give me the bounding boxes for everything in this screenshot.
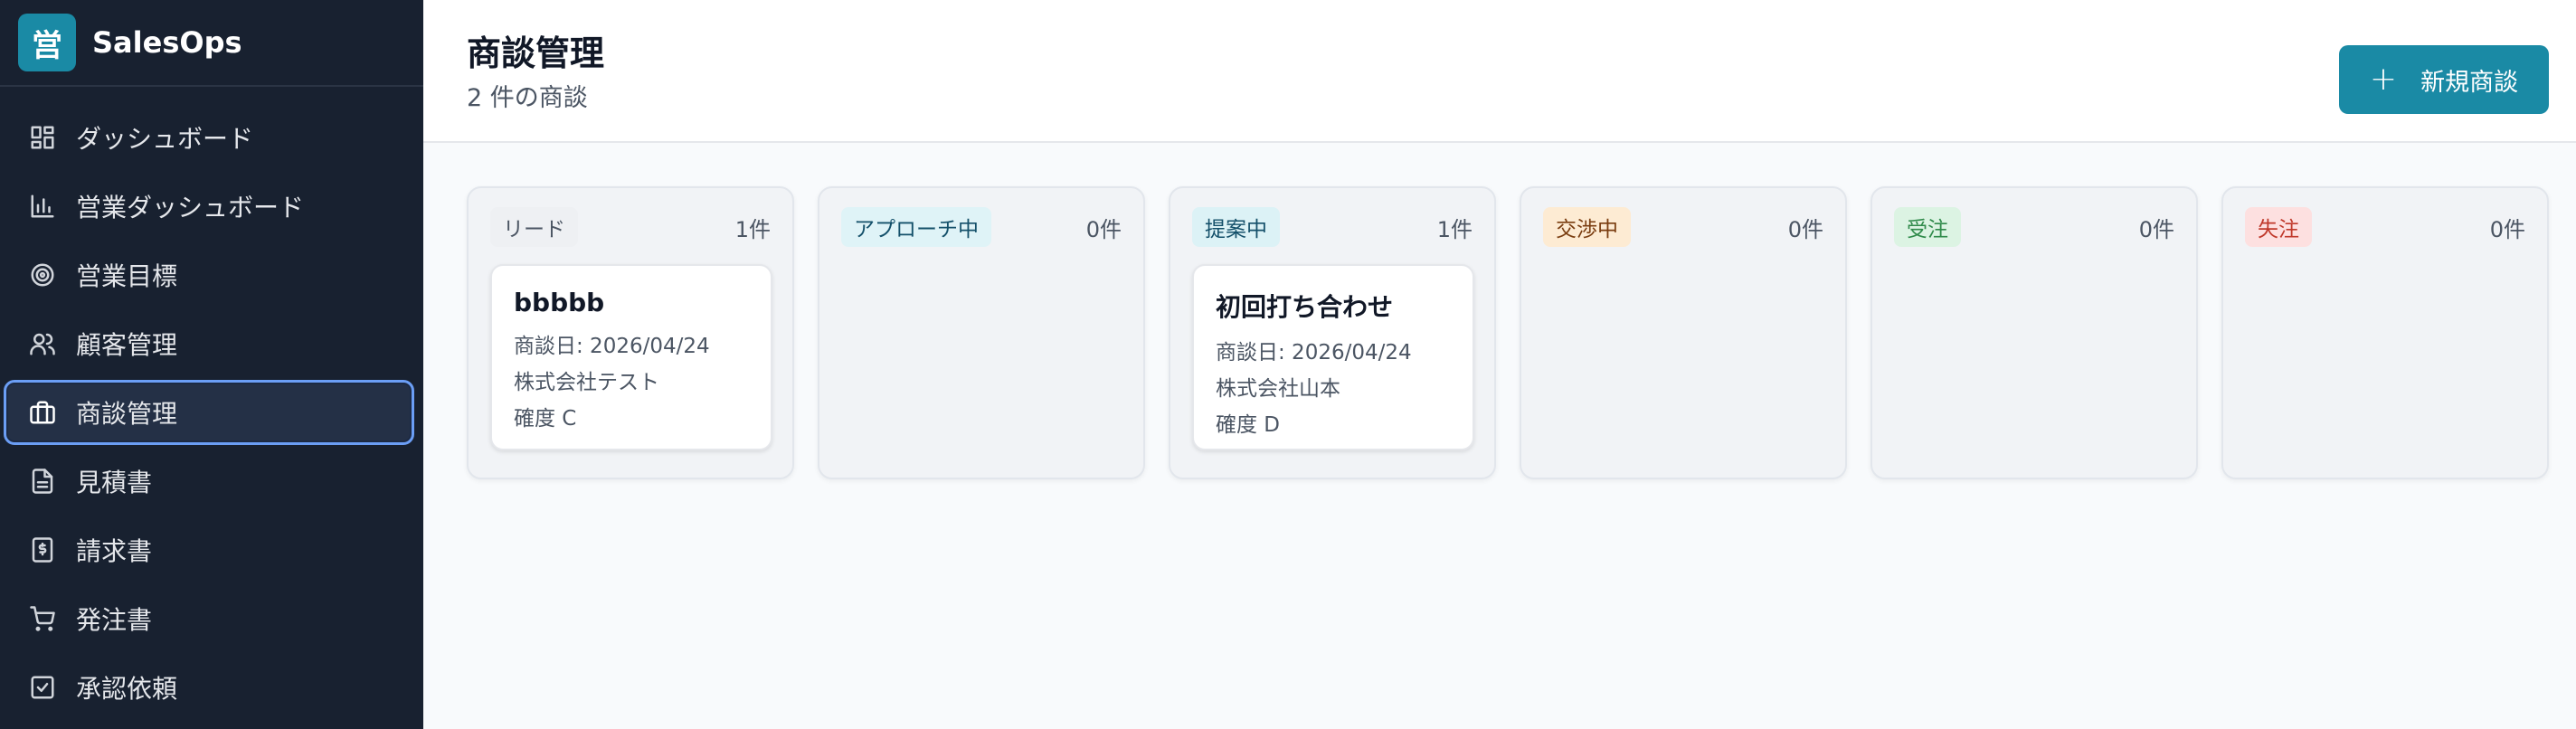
deal-date: 商談日: 2026/04/24 bbox=[1216, 341, 1412, 364]
check-square-icon bbox=[27, 672, 58, 703]
column-won: 受注 0件 bbox=[1870, 186, 2198, 479]
target-icon bbox=[27, 260, 58, 290]
deal-title: 初回打ち合わせ bbox=[1216, 292, 1394, 322]
column-count: 0件 bbox=[1085, 216, 1122, 242]
column-negotiating: 交渉中 0件 bbox=[1520, 186, 1847, 479]
sidebar-item-label: 営業目標 bbox=[76, 261, 178, 291]
status-badge: 受注 bbox=[1894, 207, 1961, 247]
deal-card[interactable]: bbbbb 商談日: 2026/04/24 株式会社テスト 確度 C bbox=[490, 264, 772, 450]
page-title: 商談管理 bbox=[467, 33, 605, 73]
column-count: 0件 bbox=[2138, 216, 2174, 242]
briefcase-icon bbox=[27, 397, 58, 428]
column-lost: 失注 0件 bbox=[2221, 186, 2549, 479]
receipt-icon bbox=[27, 535, 58, 565]
sidebar-nav: ダッシュボード 営業ダッシュボード 営業目標 顧客管理 商談管理 見積書 請求書… bbox=[0, 87, 423, 720]
column-approaching: アプローチ中 0件 bbox=[818, 186, 1145, 479]
sidebar-item-invoices[interactable]: 請求書 bbox=[4, 517, 414, 582]
plus-icon: + bbox=[2369, 61, 2398, 98]
column-count: 0件 bbox=[1787, 216, 1823, 242]
kanban-board: リード 1件 bbbbb 商談日: 2026/04/24 株式会社テスト 確度 … bbox=[467, 186, 2549, 479]
status-badge: アプローチ中 bbox=[841, 207, 991, 247]
sidebar-item-label: 見積書 bbox=[76, 468, 153, 497]
sidebar-item-quotes[interactable]: 見積書 bbox=[4, 449, 414, 514]
sidebar-item-label: ダッシュボード bbox=[76, 124, 254, 154]
status-badge: 交渉中 bbox=[1543, 207, 1631, 247]
column-count: 1件 bbox=[1436, 216, 1473, 242]
sidebar-item-label: 承認依頼 bbox=[76, 674, 178, 704]
deal-certainty: 確度 D bbox=[1216, 413, 1281, 437]
deal-card[interactable]: 初回打ち合わせ 商談日: 2026/04/24 株式会社山本 確度 D bbox=[1192, 264, 1474, 450]
status-badge: 失注 bbox=[2245, 207, 2312, 247]
deal-company: 株式会社テスト bbox=[514, 371, 659, 394]
sidebar-item-customers[interactable]: 顧客管理 bbox=[4, 311, 414, 376]
sidebar: 営 SalesOps ダッシュボード 営業ダッシュボード 営業目標 顧客管理 商… bbox=[0, 0, 423, 729]
sidebar-item-label: 営業ダッシュボード bbox=[76, 193, 305, 222]
column-lead: リード 1件 bbbbb 商談日: 2026/04/24 株式会社テスト 確度 … bbox=[467, 186, 794, 479]
document-icon bbox=[27, 466, 58, 497]
sidebar-item-label: 請求書 bbox=[76, 536, 153, 566]
sidebar-item-sales-target[interactable]: 営業目標 bbox=[4, 242, 414, 308]
sidebar-item-deals[interactable]: 商談管理 bbox=[4, 380, 414, 445]
deal-company: 株式会社山本 bbox=[1216, 377, 1340, 401]
new-deal-button-label: 新規商談 bbox=[2420, 68, 2519, 97]
sidebar-item-label: 発注書 bbox=[76, 605, 153, 635]
status-badge: 提案中 bbox=[1192, 207, 1280, 247]
sidebar-item-dashboard[interactable]: ダッシュボード bbox=[4, 105, 414, 170]
column-count: 0件 bbox=[2489, 216, 2525, 242]
column-proposing: 提案中 1件 初回打ち合わせ 商談日: 2026/04/24 株式会社山本 確度… bbox=[1169, 186, 1496, 479]
brand-logo: 営 bbox=[18, 14, 76, 71]
users-icon bbox=[27, 328, 58, 359]
brand-name: SalesOps bbox=[92, 25, 242, 60]
status-badge: リード bbox=[490, 207, 578, 247]
cart-icon bbox=[27, 603, 58, 634]
brand[interactable]: 営 SalesOps bbox=[0, 0, 423, 87]
sidebar-item-purchase-orders[interactable]: 発注書 bbox=[4, 586, 414, 651]
bar-chart-icon bbox=[27, 191, 58, 222]
column-count: 1件 bbox=[734, 216, 771, 242]
new-deal-button[interactable]: + 新規商談 bbox=[2339, 45, 2549, 114]
deal-title: bbbbb bbox=[514, 288, 605, 317]
sidebar-item-sales-dashboard[interactable]: 営業ダッシュボード bbox=[4, 174, 414, 239]
deal-date: 商談日: 2026/04/24 bbox=[514, 335, 710, 358]
deal-count-subtitle: 2 件の商談 bbox=[467, 84, 588, 112]
sidebar-item-label: 顧客管理 bbox=[76, 330, 178, 360]
deal-certainty: 確度 C bbox=[514, 407, 577, 431]
page-header: 商談管理 2 件の商談 + 新規商談 bbox=[423, 0, 2576, 143]
sidebar-item-label: 商談管理 bbox=[76, 399, 178, 429]
sidebar-item-approvals[interactable]: 承認依頼 bbox=[4, 655, 414, 720]
dashboard-icon bbox=[27, 122, 58, 153]
